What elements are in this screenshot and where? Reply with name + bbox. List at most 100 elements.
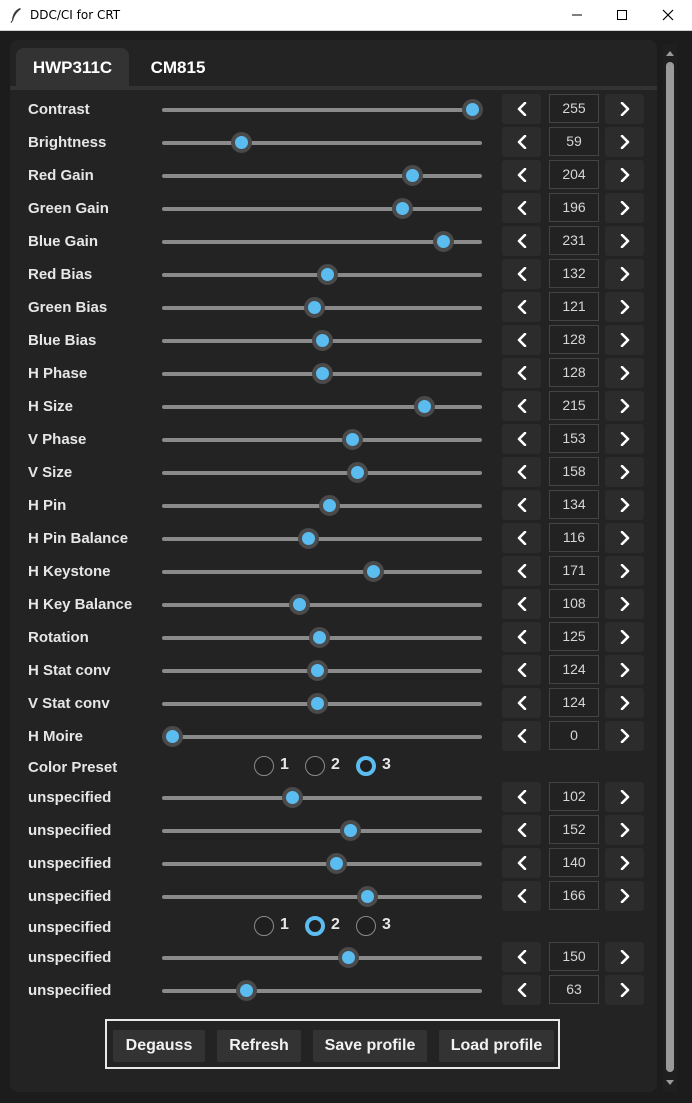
tab-hwp311c[interactable]: HWP311C: [16, 48, 129, 86]
value-field[interactable]: 108: [549, 589, 599, 618]
value-field[interactable]: 171: [549, 556, 599, 585]
refresh-button[interactable]: Refresh: [217, 1030, 301, 1062]
slider-track[interactable]: [162, 471, 482, 475]
slider-track[interactable]: [162, 956, 482, 960]
value-field[interactable]: 140: [549, 848, 599, 877]
decrement-button[interactable]: [502, 688, 541, 718]
increment-button[interactable]: [605, 160, 644, 190]
degauss-button[interactable]: Degauss: [113, 1030, 205, 1062]
increment-button[interactable]: [605, 881, 644, 911]
decrement-button[interactable]: [502, 325, 541, 355]
increment-button[interactable]: [605, 292, 644, 322]
slider-handle[interactable]: [235, 980, 257, 1001]
decrement-button[interactable]: [502, 881, 541, 911]
decrement-button[interactable]: [502, 94, 541, 124]
value-field[interactable]: 63: [549, 975, 599, 1004]
increment-button[interactable]: [605, 589, 644, 619]
value-field[interactable]: 128: [549, 325, 599, 354]
increment-button[interactable]: [605, 942, 644, 972]
value-field[interactable]: 121: [549, 292, 599, 321]
decrement-button[interactable]: [502, 721, 541, 751]
increment-button[interactable]: [605, 358, 644, 388]
slider-track[interactable]: [162, 438, 482, 442]
slider-track[interactable]: [162, 862, 482, 866]
decrement-button[interactable]: [502, 622, 541, 652]
decrement-button[interactable]: [502, 259, 541, 289]
value-field[interactable]: 134: [549, 490, 599, 519]
value-field[interactable]: 132: [549, 259, 599, 288]
decrement-button[interactable]: [502, 815, 541, 845]
increment-button[interactable]: [605, 655, 644, 685]
value-field[interactable]: 204: [549, 160, 599, 189]
value-field[interactable]: 124: [549, 655, 599, 684]
value-field[interactable]: 125: [549, 622, 599, 651]
slider-handle[interactable]: [161, 726, 183, 747]
increment-button[interactable]: [605, 259, 644, 289]
value-field[interactable]: 150: [549, 942, 599, 971]
slider-handle[interactable]: [356, 886, 378, 907]
value-field[interactable]: 116: [549, 523, 599, 552]
decrement-button[interactable]: [502, 193, 541, 223]
slider-handle[interactable]: [312, 330, 334, 351]
value-field[interactable]: 124: [549, 688, 599, 717]
decrement-button[interactable]: [502, 292, 541, 322]
decrement-button[interactable]: [502, 490, 541, 520]
increment-button[interactable]: [605, 457, 644, 487]
tab-cm815[interactable]: CM815: [137, 48, 219, 86]
increment-button[interactable]: [605, 424, 644, 454]
increment-button[interactable]: [605, 782, 644, 812]
value-field[interactable]: 0: [549, 721, 599, 750]
slider-track[interactable]: [162, 141, 482, 145]
slider-handle[interactable]: [307, 693, 329, 714]
decrement-button[interactable]: [502, 160, 541, 190]
value-field[interactable]: 59: [549, 127, 599, 156]
scroll-up-icon[interactable]: [665, 48, 675, 58]
slider-handle[interactable]: [316, 264, 338, 285]
decrement-button[interactable]: [502, 226, 541, 256]
radio-option-3[interactable]: 3: [356, 916, 416, 940]
slider-track[interactable]: [162, 537, 482, 541]
scrollbar-thumb[interactable]: [666, 62, 674, 1072]
decrement-button[interactable]: [502, 391, 541, 421]
slider-track[interactable]: [162, 603, 482, 607]
slider-handle[interactable]: [414, 396, 436, 417]
value-field[interactable]: 166: [549, 881, 599, 910]
increment-button[interactable]: [605, 226, 644, 256]
scroll-down-icon[interactable]: [665, 1078, 675, 1088]
increment-button[interactable]: [605, 815, 644, 845]
slider-track[interactable]: [162, 989, 482, 993]
slider-handle[interactable]: [319, 495, 341, 516]
minimize-button[interactable]: [554, 0, 600, 30]
value-field[interactable]: 196: [549, 193, 599, 222]
increment-button[interactable]: [605, 721, 644, 751]
slider-handle[interactable]: [288, 594, 310, 615]
slider-handle[interactable]: [341, 429, 363, 450]
slider-track[interactable]: [162, 796, 482, 800]
slider-handle[interactable]: [337, 947, 359, 968]
decrement-button[interactable]: [502, 975, 541, 1005]
value-field[interactable]: 128: [549, 358, 599, 387]
slider-handle[interactable]: [392, 198, 414, 219]
decrement-button[interactable]: [502, 655, 541, 685]
slider-track[interactable]: [162, 174, 482, 178]
value-field[interactable]: 231: [549, 226, 599, 255]
increment-button[interactable]: [605, 127, 644, 157]
slider-handle[interactable]: [297, 528, 319, 549]
slider-track[interactable]: [162, 735, 482, 739]
slider-handle[interactable]: [281, 787, 303, 808]
slider-handle[interactable]: [461, 99, 483, 120]
increment-button[interactable]: [605, 391, 644, 421]
decrement-button[interactable]: [502, 358, 541, 388]
increment-button[interactable]: [605, 523, 644, 553]
close-button[interactable]: [645, 0, 691, 30]
decrement-button[interactable]: [502, 589, 541, 619]
maximize-button[interactable]: [599, 0, 645, 30]
increment-button[interactable]: [605, 193, 644, 223]
radio-option-3[interactable]: 3: [356, 756, 416, 780]
value-field[interactable]: 215: [549, 391, 599, 420]
decrement-button[interactable]: [502, 424, 541, 454]
slider-handle[interactable]: [308, 627, 330, 648]
increment-button[interactable]: [605, 975, 644, 1005]
increment-button[interactable]: [605, 688, 644, 718]
slider-track[interactable]: [162, 895, 482, 899]
